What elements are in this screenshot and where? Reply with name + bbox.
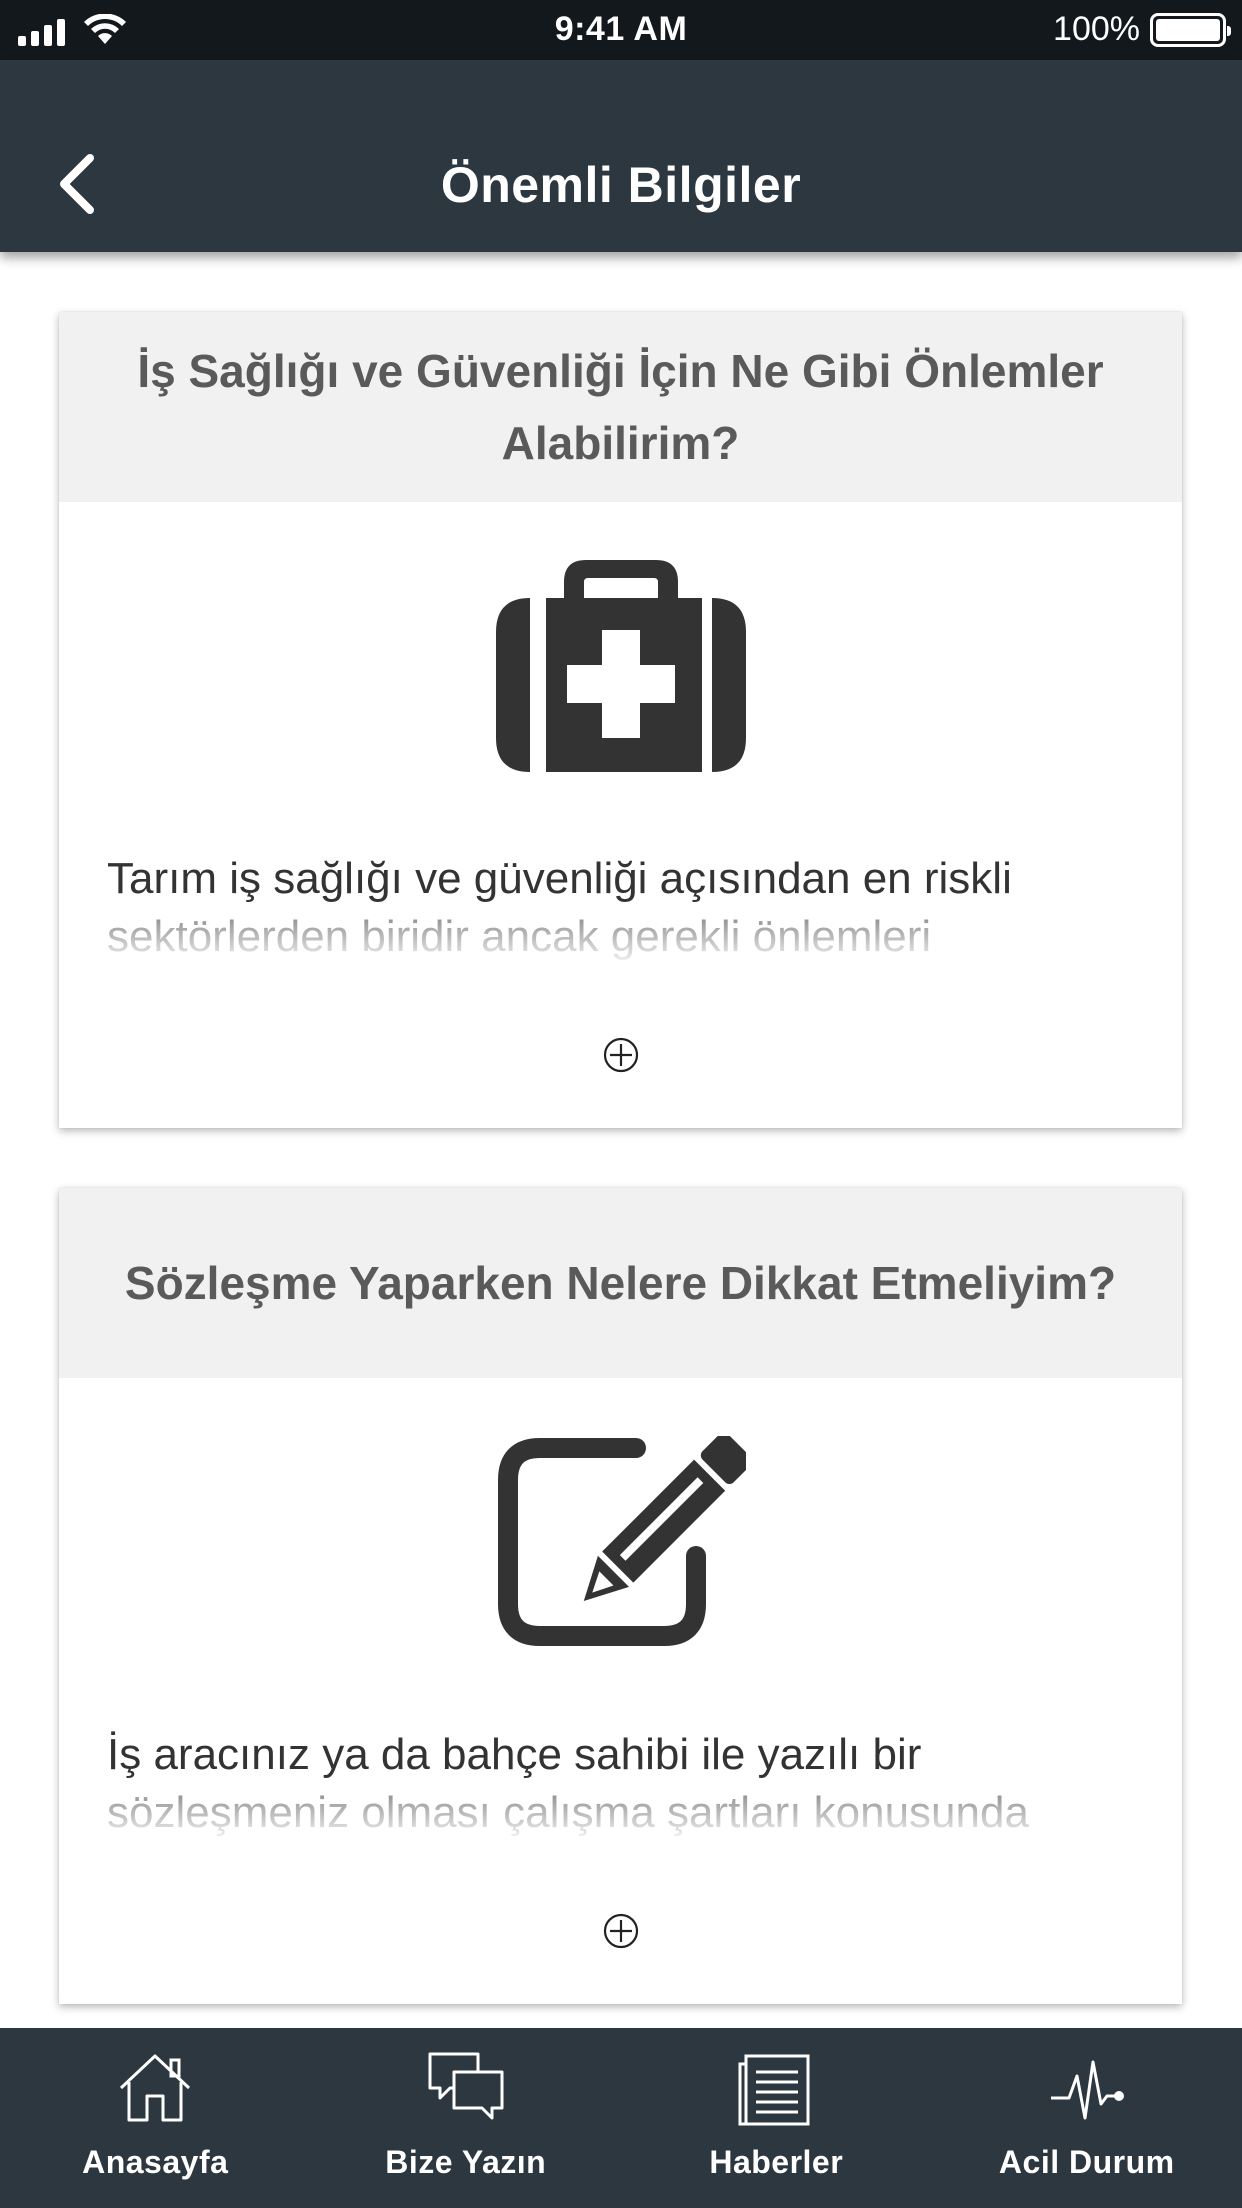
info-card-contract[interactable]: Sözleşme Yaparken Nelere Dikkat Etmeliyi… bbox=[59, 1188, 1182, 2004]
tab-emergency[interactable]: Acil Durum bbox=[932, 2028, 1242, 2208]
expand-button[interactable] bbox=[602, 1036, 640, 1074]
card-title: Sözleşme Yaparken Nelere Dikkat Etmeliyi… bbox=[124, 1257, 1117, 1309]
content-scroll-area[interactable]: İş Sağlığı ve Güvenliği İçin Ne Gibi Önl… bbox=[0, 252, 1242, 2028]
first-aid-kit-icon bbox=[495, 560, 746, 772]
tab-write-us[interactable]: Bize Yazın bbox=[311, 2028, 622, 2208]
pulse-icon bbox=[1050, 2060, 1124, 2120]
status-bar: 9:41 AM 100% bbox=[0, 0, 1242, 60]
home-icon bbox=[120, 2054, 191, 2122]
tab-label: Acil Durum bbox=[998, 2144, 1175, 2180]
card-header: Sözleşme Yaparken Nelere Dikkat Etmeliyi… bbox=[59, 1188, 1182, 1378]
battery-icon bbox=[1150, 12, 1231, 47]
bottom-tab-bar: Anasayfa Bize Yazın Haberler Acil Durum bbox=[0, 2028, 1242, 2208]
card-header: İş Sağlığı ve Güvenliği İçin Ne Gibi Önl… bbox=[59, 312, 1182, 502]
navigation-header: Önemli Bilgiler bbox=[0, 60, 1242, 252]
battery-status: 100% bbox=[1053, 10, 1231, 49]
info-card-health-safety[interactable]: İş Sağlığı ve Güvenliği İçin Ne Gibi Önl… bbox=[59, 312, 1182, 1128]
chat-bubbles-icon bbox=[428, 2052, 504, 2120]
tab-news[interactable]: Haberler bbox=[621, 2028, 932, 2208]
tab-label: Haberler bbox=[709, 2144, 844, 2180]
card-excerpt: Tarım iş sağlığı ve güvenliği açısından … bbox=[107, 850, 1142, 964]
page-title: Önemli Bilgiler bbox=[440, 157, 802, 213]
battery-percentage: 100% bbox=[1053, 10, 1140, 48]
plus-circle-icon bbox=[603, 1913, 638, 1949]
plus-circle-icon bbox=[603, 1037, 638, 1073]
news-icon bbox=[738, 2054, 810, 2126]
card-title: İş Sağlığı ve Güvenliği İçin Ne Gibi Önl… bbox=[137, 345, 1104, 469]
card-excerpt: İş aracınız ya da bahçe sahibi ile yazıl… bbox=[107, 1726, 1142, 1840]
tab-label: Bize Yazın bbox=[385, 2144, 547, 2180]
edit-pencil-icon bbox=[497, 1436, 746, 1646]
tab-label: Anasayfa bbox=[82, 2144, 229, 2180]
tab-home[interactable]: Anasayfa bbox=[0, 2028, 311, 2208]
expand-button[interactable] bbox=[602, 1912, 640, 1950]
